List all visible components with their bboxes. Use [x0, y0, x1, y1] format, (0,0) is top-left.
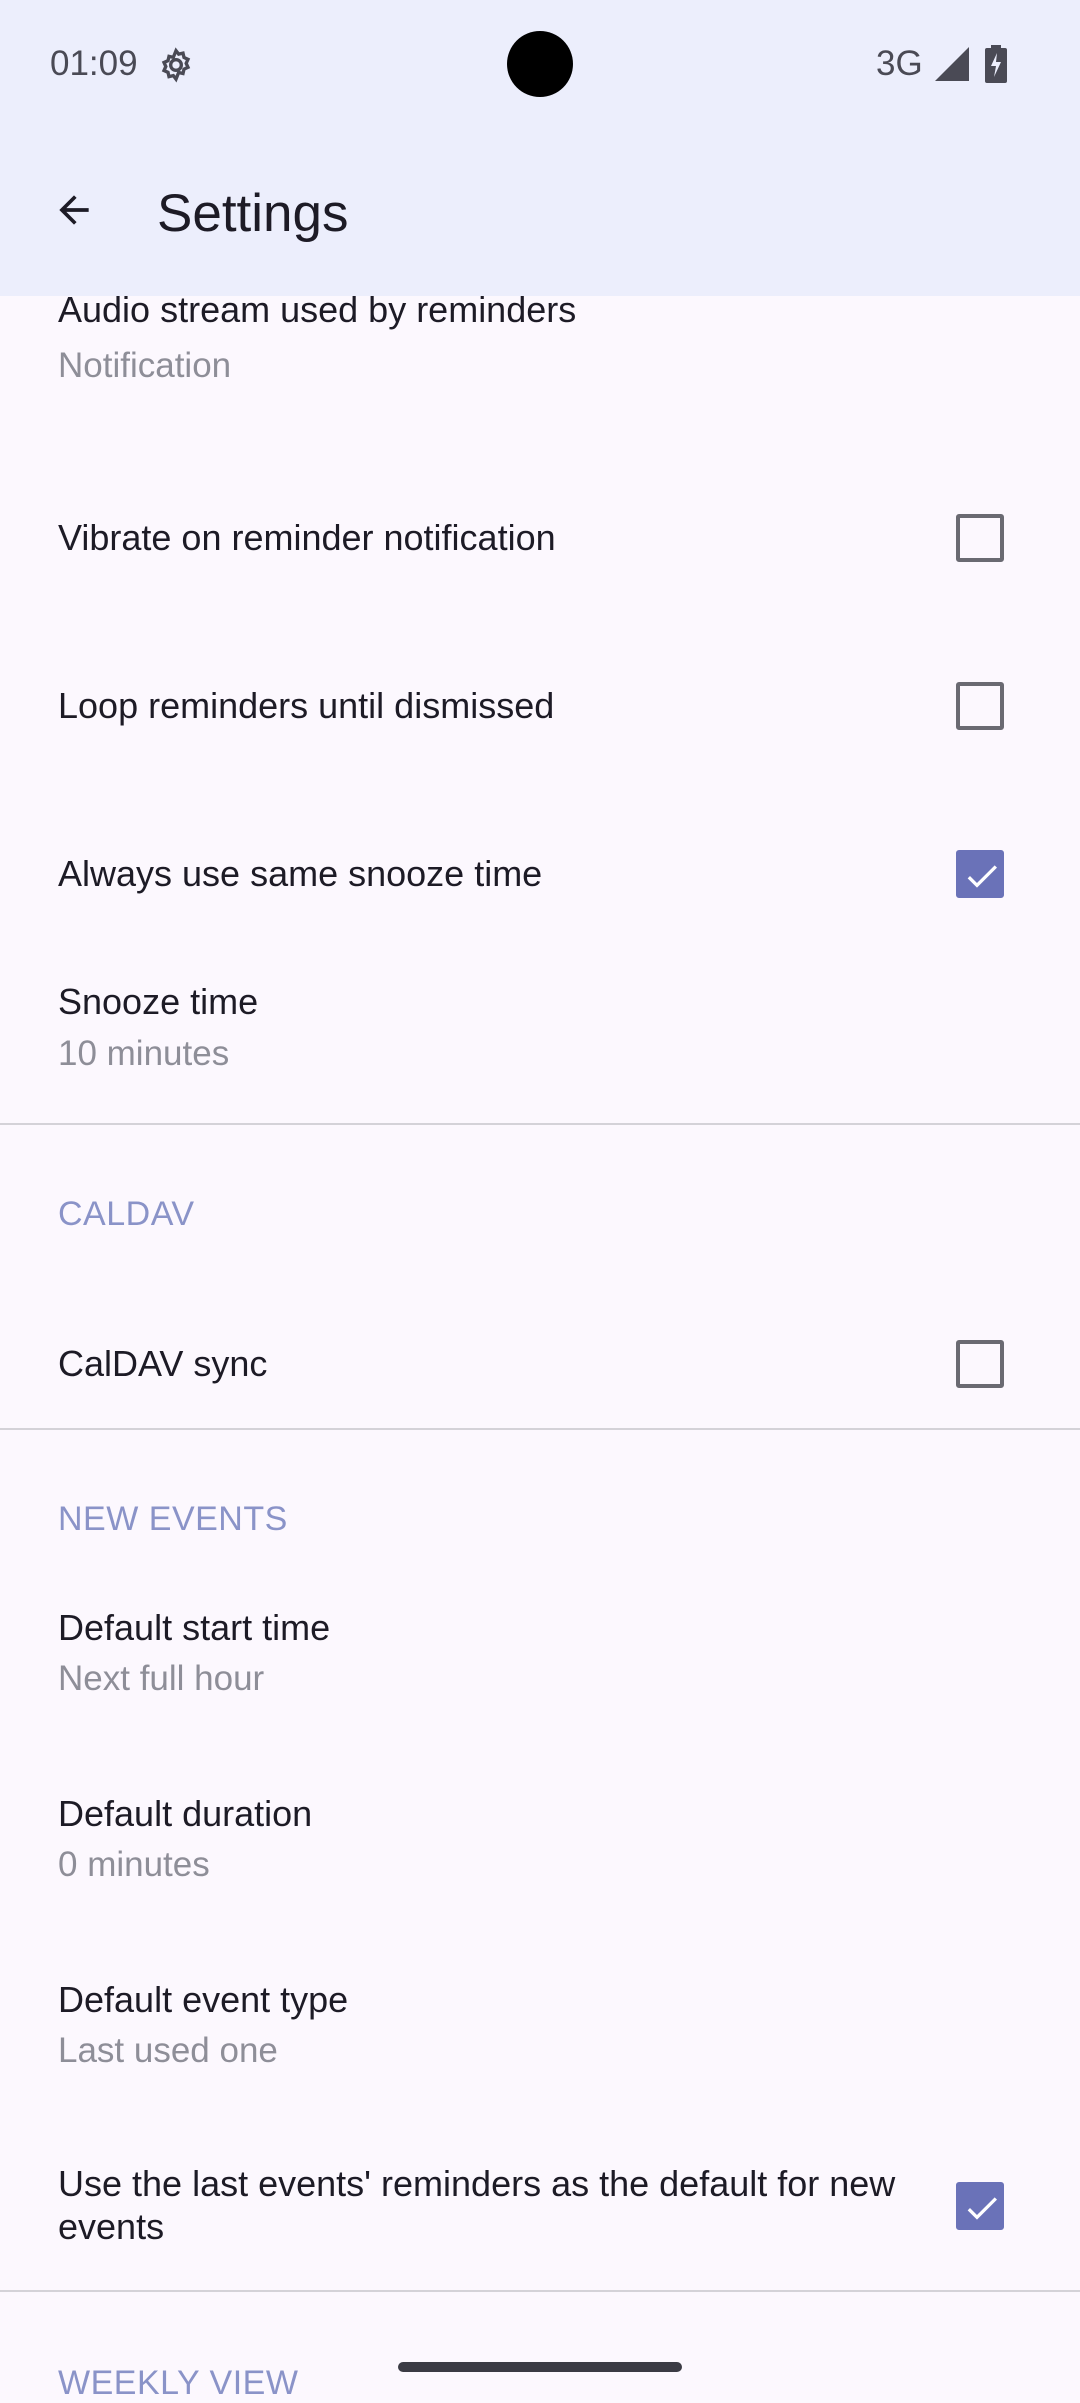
setting-title: Default duration [58, 1793, 313, 1834]
caldav-category-header: CALDAV [58, 1195, 195, 1233]
checkmark-icon [967, 865, 997, 888]
network-type: 3G [876, 44, 923, 83]
setting-value: 0 minutes [58, 1845, 210, 1884]
same-snooze-checkbox[interactable] [956, 850, 1004, 898]
camera-cutout [507, 31, 573, 97]
setting-title: Default start time [58, 1607, 331, 1648]
setting-title: Default event type [58, 1979, 349, 2020]
vibrate-setting[interactable]: Vibrate on reminder notification [0, 436, 1080, 604]
arrow-back-icon [59, 195, 89, 225]
last-reminders-checkbox[interactable] [956, 2182, 1004, 2230]
signal-icon [935, 47, 969, 81]
page-title: Settings [157, 184, 349, 243]
home-indicator[interactable] [398, 2362, 682, 2372]
setting-value: 10 minutes [58, 1034, 230, 1073]
default-event-type-setting[interactable]: Default event type Last used one [0, 1958, 1080, 2138]
caldav-sync-setting[interactable]: CalDAV sync [0, 1256, 1080, 1416]
divider [0, 2290, 1080, 2292]
weekly-view-category-header: WEEKLY VIEW [58, 2364, 299, 2402]
setting-value: Next full hour [58, 1659, 265, 1698]
default-duration-setting[interactable]: Default duration 0 minutes [0, 1772, 1080, 1952]
setting-title: Snooze time [58, 981, 259, 1022]
new-events-category-header: NEW EVENTS [58, 1500, 288, 1538]
divider [0, 1428, 1080, 1430]
setting-title: Vibrate on reminder notification [58, 517, 556, 558]
setting-value: Notification [58, 346, 232, 385]
default-start-time-setting[interactable]: Default start time Next full hour [0, 1586, 1080, 1766]
vibrate-checkbox[interactable] [956, 514, 1004, 562]
checkmark-icon [967, 2197, 997, 2220]
audio-stream-setting[interactable]: Audio stream used by reminders Notificat… [0, 289, 1080, 436]
setting-value: Last used one [58, 2031, 278, 2070]
setting-title: Use the last events' reminders as the de… [58, 2163, 896, 2247]
top-app-bar: 01:09 3G Settings [0, 0, 1080, 296]
gear-icon [156, 46, 196, 86]
divider [0, 1123, 1080, 1125]
status-time: 01:09 [50, 44, 138, 83]
setting-title: Always use same snooze time [58, 853, 543, 894]
last-reminders-default-setting[interactable]: Use the last events' reminders as the de… [0, 2148, 1080, 2278]
back-button[interactable] [40, 176, 108, 244]
loop-reminders-setting[interactable]: Loop reminders until dismissed [0, 604, 1080, 772]
setting-title: Loop reminders until dismissed [58, 685, 555, 726]
caldav-sync-checkbox[interactable] [956, 1340, 1004, 1388]
setting-title: CalDAV sync [58, 1343, 268, 1384]
snooze-time-setting[interactable]: Snooze time 10 minutes [0, 940, 1080, 1120]
battery-charging-icon [985, 45, 1007, 83]
same-snooze-setting[interactable]: Always use same snooze time [0, 772, 1080, 940]
loop-checkbox[interactable] [956, 682, 1004, 730]
